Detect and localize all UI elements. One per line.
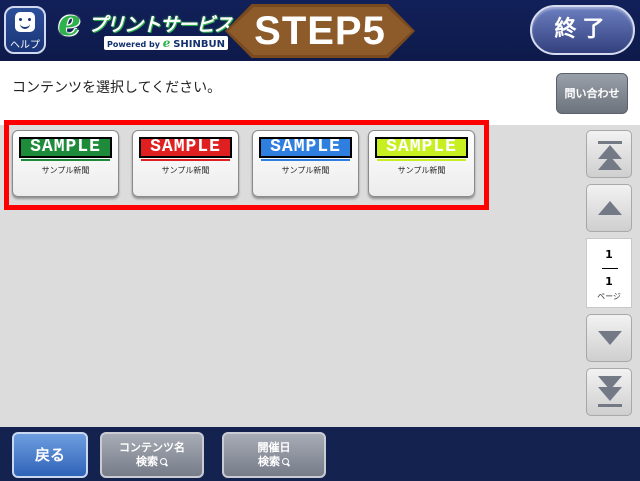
- current-page: 1: [605, 248, 613, 261]
- content-name-search-line2-wrap: 検索: [102, 455, 202, 469]
- contact-button[interactable]: 問い合わせ: [556, 73, 628, 114]
- content-card-2[interactable]: SAMPLE サンプル新聞: [132, 130, 239, 197]
- next-page-button[interactable]: [586, 314, 632, 362]
- help-face-icon: [15, 12, 35, 32]
- date-search-button[interactable]: 開催日 検索: [222, 432, 326, 478]
- content-card-4[interactable]: SAMPLE サンプル新聞: [368, 130, 475, 197]
- content-card-label: サンプル新聞: [397, 166, 446, 175]
- date-search-line2: 検索: [258, 455, 280, 468]
- logo-e-small-icon: e: [162, 36, 171, 50]
- logo-main-text: プリントサービス: [88, 14, 233, 36]
- content-name-search-button[interactable]: コンテンツ名 検索: [100, 432, 204, 478]
- logo-powered-text: Powered by: [107, 40, 160, 49]
- last-page-bar-icon: [598, 404, 622, 407]
- sample-banner: SAMPLE: [19, 137, 112, 161]
- content-name-search-line1: コンテンツ名: [119, 441, 185, 454]
- end-button[interactable]: 終了: [530, 5, 635, 55]
- eprint-service-logo: e プリントサービス Powered by e SHINBUN: [58, 4, 233, 56]
- instruction-bar: コンテンツを選択してください。: [0, 61, 640, 125]
- content-card-label: サンプル新聞: [161, 166, 210, 175]
- pager-column: 1 1 ページ: [586, 130, 632, 416]
- logo-brand-text: SHINBUN: [173, 39, 226, 50]
- page-divider: [602, 268, 618, 269]
- down-arrow-icon: [598, 331, 622, 345]
- page-unit-label: ページ: [597, 292, 621, 301]
- search-icon: [160, 458, 168, 466]
- last-page-button[interactable]: [586, 368, 632, 416]
- content-card-3[interactable]: SAMPLE サンプル新聞: [252, 130, 359, 197]
- help-label: ヘルプ: [10, 40, 40, 51]
- content-card-label: サンプル新聞: [41, 166, 90, 175]
- previous-page-button[interactable]: [586, 184, 632, 232]
- double-down-arrow-icon: [598, 387, 622, 401]
- first-page-bar-icon: [598, 141, 622, 144]
- instruction-text: コンテンツを選択してください。: [12, 80, 222, 96]
- search-icon: [282, 458, 290, 466]
- content-card-1[interactable]: SAMPLE サンプル新聞: [12, 130, 119, 197]
- sample-banner: SAMPLE: [259, 137, 352, 161]
- step-label: STEP5: [254, 9, 386, 53]
- back-button[interactable]: 戻る: [12, 432, 88, 478]
- first-page-button[interactable]: [586, 130, 632, 178]
- content-name-search-line2: 検索: [136, 455, 158, 468]
- page-indicator: 1 1 ページ: [586, 238, 632, 308]
- content-card-label: サンプル新聞: [281, 166, 330, 175]
- logo-powered-by: Powered by e SHINBUN: [104, 36, 229, 50]
- double-up-arrow-icon: [598, 156, 622, 170]
- sample-banner: SAMPLE: [375, 137, 468, 161]
- date-search-line1: 開催日: [257, 441, 291, 454]
- help-button[interactable]: ヘルプ: [4, 6, 46, 54]
- sample-banner: SAMPLE: [139, 137, 232, 161]
- date-search-line2-wrap: 検索: [224, 455, 324, 469]
- step-indicator: STEP5: [225, 4, 415, 58]
- total-pages: 1: [605, 275, 613, 288]
- up-arrow-icon: [598, 201, 622, 215]
